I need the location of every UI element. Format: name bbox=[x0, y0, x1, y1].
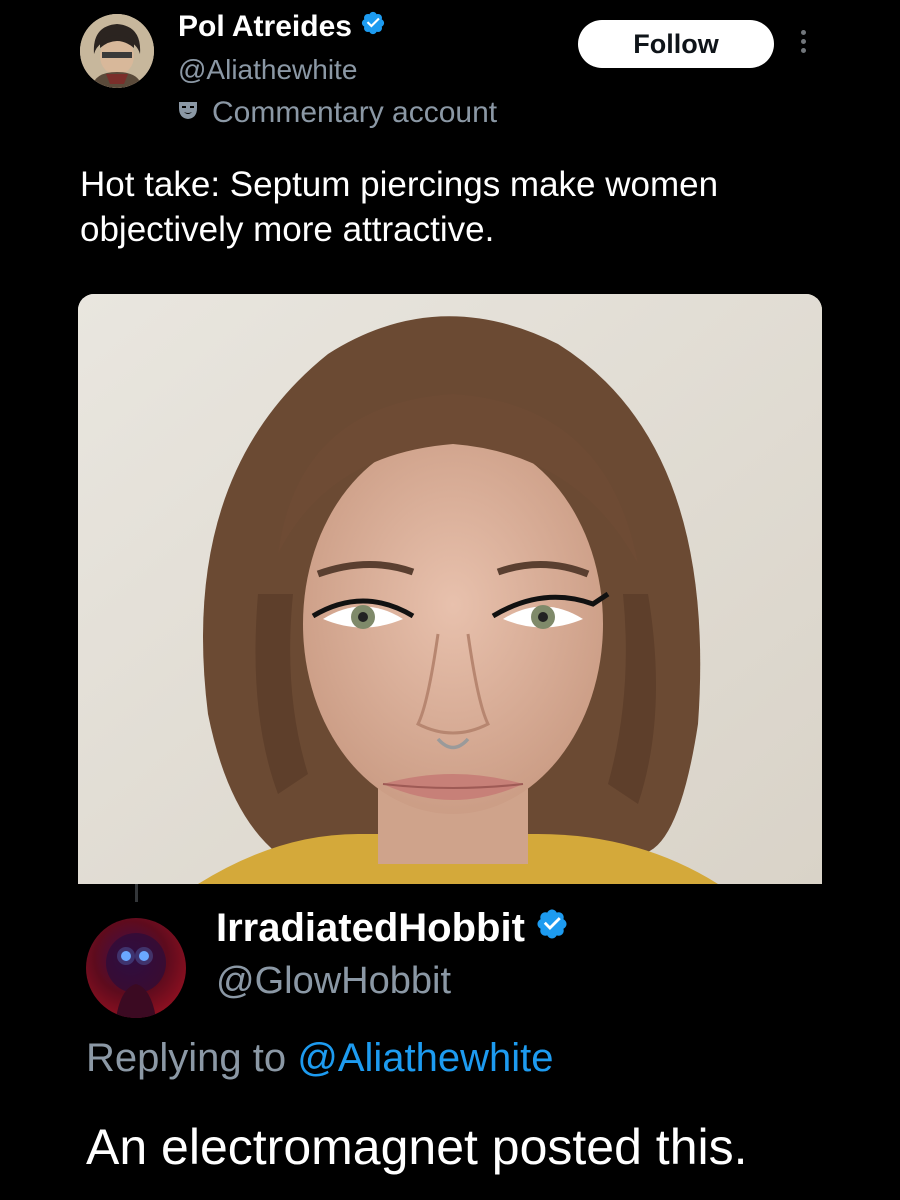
account-label: Commentary account bbox=[176, 96, 497, 130]
follow-button[interactable]: Follow bbox=[578, 20, 774, 68]
avatar-illustration bbox=[80, 14, 154, 88]
thread-connector bbox=[135, 884, 138, 902]
author-avatar[interactable] bbox=[80, 14, 154, 88]
verified-badge-icon bbox=[535, 906, 569, 951]
commentary-mask-icon bbox=[176, 96, 200, 130]
tweet-media-photo[interactable] bbox=[78, 294, 822, 884]
replying-prefix: Replying to bbox=[86, 1036, 287, 1080]
replying-to-line: Replying to @Aliathewhite bbox=[86, 1036, 554, 1081]
author-handle[interactable]: @Aliathewhite bbox=[178, 54, 357, 86]
avatar-illustration bbox=[106, 933, 166, 1018]
replying-to-link[interactable]: @Aliathewhite bbox=[297, 1036, 553, 1080]
more-options-icon[interactable] bbox=[795, 26, 811, 66]
portrait-photo bbox=[78, 294, 822, 884]
reply-text: An electromagnet posted this. bbox=[86, 1119, 748, 1175]
account-label-text: Commentary account bbox=[212, 96, 498, 129]
author-name-text: Pol Atreides bbox=[178, 10, 352, 43]
reply-author-handle[interactable]: @GlowHobbit bbox=[216, 960, 451, 1003]
reply-author-name-text: IrradiatedHobbit bbox=[216, 906, 525, 950]
verified-badge-icon bbox=[360, 10, 386, 44]
author-name[interactable]: Pol Atreides bbox=[178, 10, 386, 44]
tweet-text: Hot take: Septum piercings make women ob… bbox=[80, 165, 719, 249]
reply-author-avatar[interactable] bbox=[86, 918, 186, 1018]
reply-author-name[interactable]: IrradiatedHobbit bbox=[216, 906, 569, 951]
